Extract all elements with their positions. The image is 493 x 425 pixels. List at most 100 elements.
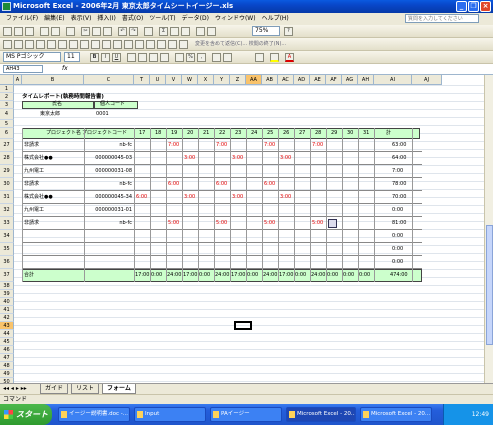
column-header[interactable]: AE [310,75,326,85]
column-header[interactable]: AA [246,75,262,85]
paste-icon[interactable] [103,27,112,36]
menu-item[interactable]: ヘルプ(H) [262,15,289,22]
hours-cell[interactable]: 5:00 [168,220,179,227]
row-header[interactable]: 39 [0,290,14,298]
column-header[interactable]: Z [230,75,246,85]
menu-item[interactable]: データ(D) [182,15,209,22]
row-header[interactable]: 48 [0,362,14,370]
row-header[interactable]: 44 [0,330,14,338]
hours-cell[interactable]: 6:00 [136,194,147,201]
select-all-corner[interactable] [0,75,14,85]
toolbar-icon-16[interactable] [168,40,177,49]
align-center-icon[interactable] [138,53,147,62]
row-header[interactable]: 41 [0,306,14,314]
hours-cell[interactable]: 3:00 [184,194,195,201]
toolbar-icon-9[interactable] [91,40,100,49]
hours-cell[interactable]: 3:00 [280,194,291,201]
hyperlink-icon[interactable] [144,27,153,36]
toolbar-icon-7[interactable] [69,40,78,49]
undo-icon[interactable]: ↶ [118,27,127,36]
vertical-scrollbar[interactable] [484,75,493,383]
hours-cell[interactable]: 7:00 [168,142,179,149]
taskbar-item[interactable]: Microsoft Excel - 20... [360,407,432,422]
column-header[interactable]: T [134,75,150,85]
toolbar-icon-17[interactable] [179,40,188,49]
row-header[interactable]: 1 [0,85,14,93]
column-header[interactable]: Y [214,75,230,85]
toolbar-icon-1[interactable] [3,40,12,49]
column-header[interactable]: AJ [412,75,442,85]
row-header[interactable]: 4 [0,109,14,120]
percent-icon[interactable]: % [186,53,195,62]
column-header[interactable]: AF [326,75,342,85]
row-header[interactable]: 40 [0,298,14,306]
row-header[interactable]: 32 [0,204,14,217]
row-header[interactable]: 46 [0,346,14,354]
row-header[interactable]: 33 [0,217,14,230]
row-header[interactable]: 43 [0,322,14,330]
minimize-button[interactable]: _ [456,1,467,12]
toolbar-icon-14[interactable] [146,40,155,49]
row-header[interactable]: 30 [0,178,14,191]
toolbar-icon-3[interactable] [25,40,34,49]
restore-button[interactable]: ❐ [468,1,479,12]
hours-cell[interactable]: 7:00 [312,142,323,149]
sort-asc-icon[interactable] [170,27,179,36]
chart-icon[interactable] [196,27,205,36]
help-search-input[interactable]: 質問を入力してください [405,14,479,23]
hours-cell[interactable]: 5:00 [312,220,323,227]
column-header[interactable]: V [166,75,182,85]
hours-cell[interactable]: 5:00 [216,220,227,227]
column-header[interactable]: U [150,75,166,85]
hours-cell[interactable]: 6:00 [168,181,179,188]
align-right-icon[interactable] [149,53,158,62]
print-icon[interactable] [40,27,49,36]
hours-cell[interactable]: 3:00 [232,155,243,162]
autosum-icon[interactable]: Σ [159,27,168,36]
column-header[interactable]: A [14,75,22,85]
currency-icon[interactable] [175,53,184,62]
underline-icon[interactable]: U [112,53,121,62]
zoom-select[interactable]: 75% [252,26,280,36]
font-color-icon[interactable]: A [285,53,294,62]
worksheet-grid[interactable]: A B C T U V W X Y Z AA AB AC AD AE AF AG AH AI AJ 1 2 3 4 5 6 27 2… [0,75,484,383]
taskbar-item[interactable]: Microsoft Excel - 20... [286,407,356,422]
borders-icon[interactable] [255,53,264,62]
column-header[interactable]: B [22,75,84,85]
taskbar-item[interactable]: Input [134,407,206,422]
toolbar-icon-4[interactable] [36,40,45,49]
italic-icon[interactable]: I [101,53,110,62]
fx-icon[interactable]: fx [62,65,68,72]
hours-cell[interactable]: 6:00 [264,181,275,188]
toolbar-icon-5[interactable] [47,40,56,49]
row-header[interactable]: 5 [0,120,14,128]
selected-cell[interactable] [234,321,252,330]
sheet-tab[interactable]: リスト [71,384,100,394]
toolbar-icon-8[interactable] [80,40,89,49]
row-header[interactable]: 45 [0,338,14,346]
row-header[interactable]: 34 [0,230,14,243]
row-header[interactable]: 2 [0,93,14,101]
menu-item[interactable]: ウィンドウ(W) [215,15,256,22]
scroll-thumb[interactable] [486,225,493,345]
tab-nav-arrows[interactable]: ◂◂ ◂ ▸ ▸▸ [3,385,27,392]
hours-cell[interactable]: 3:00 [232,194,243,201]
preview-icon[interactable] [51,27,60,36]
column-header[interactable]: AD [294,75,310,85]
review-reply-text[interactable]: 変更を含めて返信(C)... 校閲の終了(N)... [195,41,286,48]
hours-cell[interactable]: 7:00 [216,142,227,149]
sort-desc-icon[interactable] [181,27,190,36]
row-header[interactable]: 36 [0,256,14,269]
open-icon[interactable] [14,27,23,36]
toolbar-icon-11[interactable] [113,40,122,49]
font-size-select[interactable]: 11 [64,52,80,62]
taskbar-item[interactable]: イージー説明書.doc -... [58,407,130,422]
row-header[interactable]: 27 [0,139,14,152]
hours-cell[interactable]: 5:00 [264,220,275,227]
new-icon[interactable] [3,27,12,36]
row-header[interactable]: 28 [0,152,14,165]
cut-icon[interactable]: ✂ [81,27,90,36]
font-name-select[interactable]: MS Pゴシック [3,52,61,62]
help-icon[interactable]: ? [284,27,293,36]
fill-color-icon[interactable] [270,53,279,62]
